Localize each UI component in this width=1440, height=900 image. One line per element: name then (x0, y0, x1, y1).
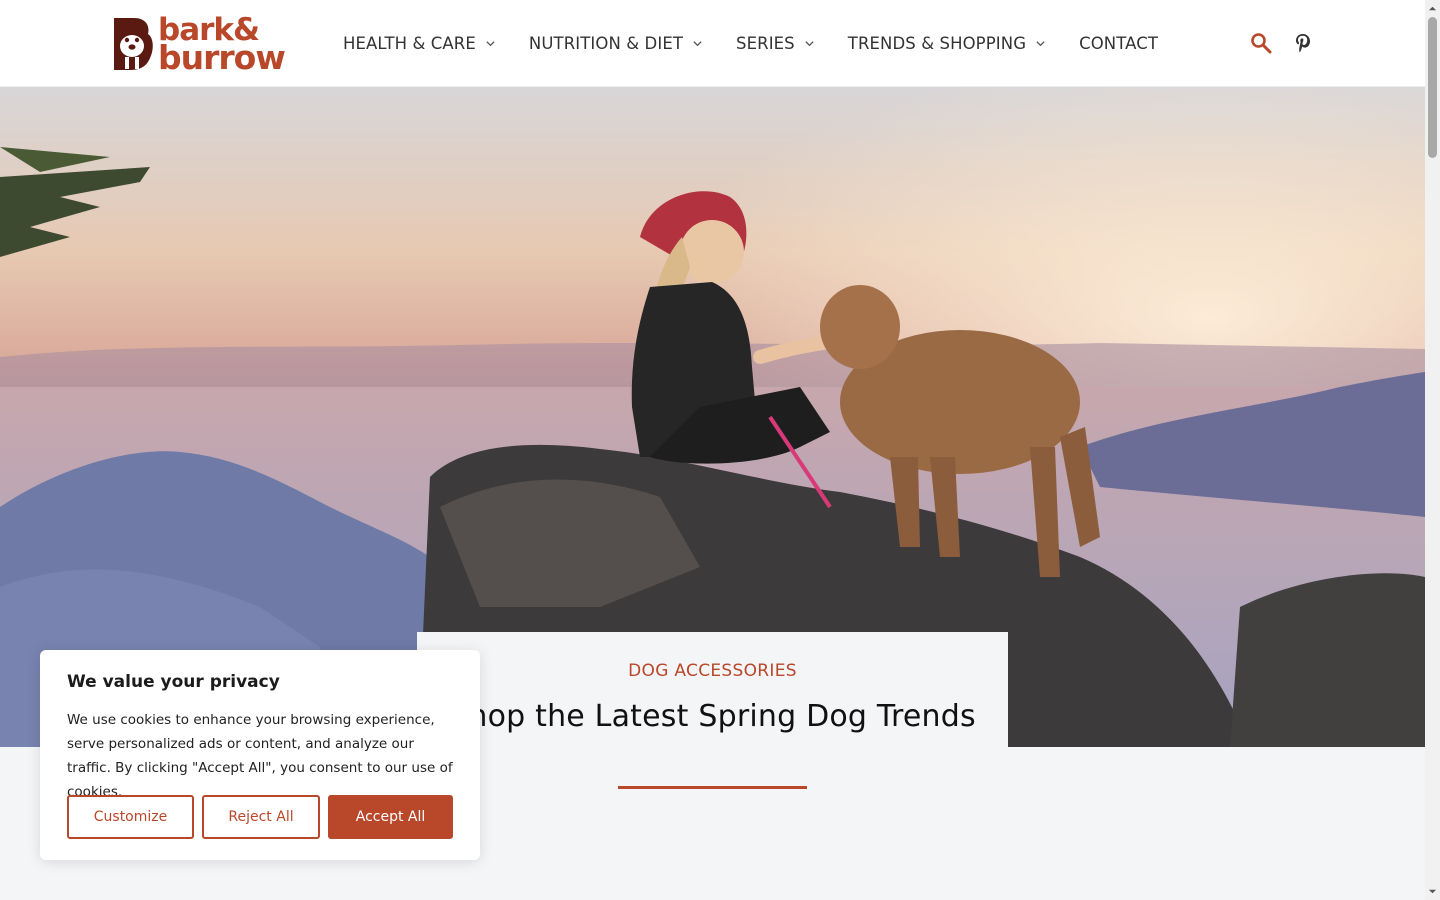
site-logo[interactable]: bark& burrow (112, 15, 290, 77)
feature-category[interactable]: DOG ACCESSORIES (417, 661, 1008, 681)
cookie-title: We value your privacy (67, 672, 280, 692)
header-icons (1248, 30, 1316, 56)
accept-all-button[interactable]: Accept All (328, 795, 453, 839)
nav-item-label: SERIES (736, 34, 795, 53)
scroll-thumb[interactable] (1428, 17, 1437, 158)
site-header: bark& burrow HEALTH & CARE NUTRITION & D… (0, 0, 1425, 87)
reject-all-button[interactable]: Reject All (202, 795, 320, 839)
chevron-down-icon (486, 41, 495, 47)
nav-item-series[interactable]: SERIES (736, 34, 815, 53)
brand-name: bark& burrow (158, 15, 286, 77)
nav-item-nutrition-diet[interactable]: NUTRITION & DIET (529, 34, 703, 53)
dog-logo-icon (112, 16, 154, 72)
chevron-down-icon (1036, 41, 1045, 47)
feature-divider (618, 786, 807, 789)
cookie-actions: Customize Reject All Accept All (67, 795, 453, 839)
nav-item-contact[interactable]: CONTACT (1079, 34, 1158, 53)
scroll-down-icon[interactable] (1428, 887, 1437, 896)
main-nav: HEALTH & CARE NUTRITION & DIET SERIES TR… (343, 0, 1191, 87)
scroll-up-icon[interactable] (1428, 4, 1437, 13)
feature-card[interactable]: DOG ACCESSORIES Shop the Latest Spring D… (417, 632, 1008, 832)
cookie-body: We use cookies to enhance your browsing … (67, 712, 453, 800)
nav-item-label: HEALTH & CARE (343, 34, 476, 53)
nav-item-label: TRENDS & SHOPPING (847, 34, 1027, 53)
nav-item-trends-shopping[interactable]: TRENDS & SHOPPING (848, 34, 1046, 53)
nav-item-health-care[interactable]: HEALTH & CARE (343, 34, 496, 53)
chevron-down-icon (693, 41, 702, 47)
nav-item-label: NUTRITION & DIET (528, 34, 684, 53)
page-scrollbar[interactable] (1425, 0, 1440, 900)
pinterest-icon[interactable] (1290, 30, 1316, 56)
nav-item-label: CONTACT (1079, 34, 1159, 53)
customize-button[interactable]: Customize (67, 795, 194, 839)
feature-title[interactable]: Shop the Latest Spring Dog Trends (417, 699, 1008, 734)
chevron-down-icon (805, 41, 814, 47)
cookie-consent-banner: We value your privacy We use cookies to … (40, 650, 480, 860)
search-icon[interactable] (1248, 30, 1274, 56)
brand-name-line2: burrow (158, 38, 286, 77)
